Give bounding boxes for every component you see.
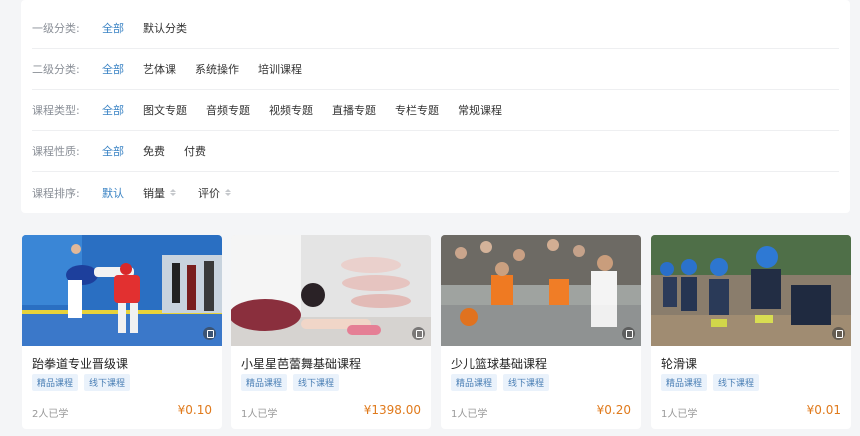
filter-row-course-nature: 课程性质: 全部 免费 付费 [32, 130, 839, 172]
course-card[interactable]: 小星星芭蕾舞基础课程 精品课程 线下课程 1人已学 ¥1398.00 [231, 235, 431, 429]
tag-badge: 线下课程 [84, 374, 131, 391]
course-title: 少儿篮球基础课程 [451, 357, 548, 371]
course-title: 轮滑课 [661, 357, 698, 371]
course-card[interactable]: 少儿篮球基础课程 精品课程 线下课程 1人已学 ¥0.20 [441, 235, 641, 429]
filter-label: 课程排序: [32, 186, 80, 200]
learner-count: 1人已学 [241, 409, 278, 420]
sort-label: 评价 [198, 186, 220, 200]
filter-option-all[interactable]: 全部 [102, 143, 124, 159]
tag-badge: 精品课程 [451, 374, 498, 391]
filter-row-category-1: 一级分类: 全部 默认分类 [32, 7, 839, 49]
filter-option[interactable]: 付费 [184, 143, 206, 159]
filter-option[interactable]: 系统操作 [195, 61, 239, 77]
filter-label: 二级分类: [32, 62, 80, 76]
sort-option-default[interactable]: 默认 [102, 185, 124, 201]
course-tags: 精品课程 线下课程 [661, 374, 760, 391]
tag-badge: 线下课程 [293, 374, 340, 391]
filter-option-all[interactable]: 全部 [102, 102, 124, 118]
tag-badge: 线下课程 [503, 374, 550, 391]
filter-option-all[interactable]: 全部 [102, 20, 124, 36]
filter-option[interactable]: 视频专题 [269, 102, 313, 118]
sort-label: 销量 [143, 186, 165, 200]
course-tags: 精品课程 线下课程 [32, 374, 131, 391]
course-thumbnail [651, 235, 851, 346]
filter-option[interactable]: 专栏专题 [395, 102, 439, 118]
media-type-icon [622, 327, 635, 340]
filter-option[interactable]: 常规课程 [458, 102, 502, 118]
course-card[interactable]: 轮滑课 精品课程 线下课程 1人已学 ¥0.01 [651, 235, 851, 429]
course-tags: 精品课程 线下课程 [451, 374, 550, 391]
filter-row-course-type: 课程类型: 全部 图文专题 音频专题 视频专题 直播专题 专栏专题 常规课程 [32, 89, 839, 131]
course-price: ¥0.01 [806, 403, 841, 417]
filter-panel: 一级分类: 全部 默认分类 二级分类: 全部 艺体课 系统操作 培训课程 课程类… [21, 0, 850, 213]
filter-option[interactable]: 默认分类 [143, 20, 187, 36]
course-price: ¥1398.00 [363, 403, 421, 417]
filter-label: 课程性质: [32, 144, 80, 158]
sort-arrows-icon [225, 189, 231, 196]
learner-count: 2人已学 [32, 409, 69, 420]
filter-option[interactable]: 音频专题 [206, 102, 250, 118]
course-title: 跆拳道专业晋级课 [32, 357, 129, 371]
tag-badge: 精品课程 [241, 374, 288, 391]
filter-option[interactable]: 艺体课 [143, 61, 176, 77]
filter-option[interactable]: 免费 [143, 143, 165, 159]
tag-badge: 精品课程 [661, 374, 708, 391]
media-type-icon [203, 327, 216, 340]
sort-option-sales[interactable]: 销量 [143, 185, 176, 201]
tag-badge: 精品课程 [32, 374, 79, 391]
filter-option[interactable]: 培训课程 [258, 61, 302, 77]
media-type-icon [832, 327, 845, 340]
filter-row-sort: 课程排序: 默认 销量 评价 [32, 172, 839, 213]
learner-count: 1人已学 [451, 409, 488, 420]
filter-option[interactable]: 图文专题 [143, 102, 187, 118]
learner-count: 1人已学 [661, 409, 698, 420]
sort-option-rating[interactable]: 评价 [198, 185, 231, 201]
course-title: 小星星芭蕾舞基础课程 [241, 357, 362, 371]
course-thumbnail [22, 235, 222, 346]
course-card[interactable]: 跆拳道专业晋级课 精品课程 线下课程 2人已学 ¥0.10 [22, 235, 222, 429]
tag-badge: 线下课程 [713, 374, 760, 391]
filter-label: 一级分类: [32, 21, 80, 35]
sort-arrows-icon [170, 189, 176, 196]
course-thumbnail [231, 235, 431, 346]
filter-option[interactable]: 直播专题 [332, 102, 376, 118]
course-price: ¥0.20 [596, 403, 631, 417]
filter-row-category-2: 二级分类: 全部 艺体课 系统操作 培训课程 [32, 48, 839, 90]
course-tags: 精品课程 线下课程 [241, 374, 340, 391]
media-type-icon [412, 327, 425, 340]
filter-option-all[interactable]: 全部 [102, 61, 124, 77]
course-price: ¥0.10 [177, 403, 212, 417]
course-thumbnail [441, 235, 641, 346]
filter-label: 课程类型: [32, 103, 80, 117]
